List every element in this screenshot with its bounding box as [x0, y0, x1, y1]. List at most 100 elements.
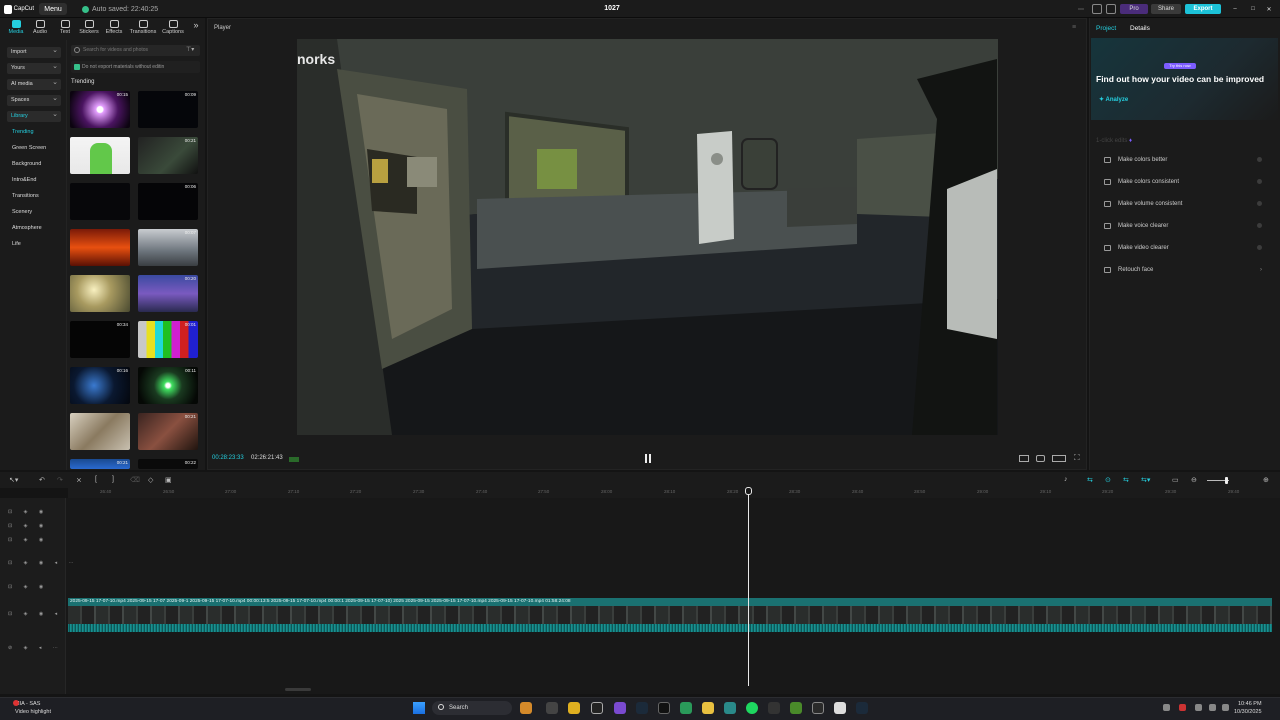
app-icon[interactable]	[812, 702, 824, 714]
tab-project[interactable]: Project	[1096, 25, 1116, 32]
category-life[interactable]: Life	[12, 241, 21, 247]
task-view-icon[interactable]	[546, 702, 558, 714]
ratio-icon[interactable]	[1019, 455, 1029, 462]
video-clip-thumbnails[interactable]	[68, 606, 1272, 624]
media-thumb[interactable]: 00:07	[138, 229, 198, 266]
make-colors-better[interactable]: Make colors better	[1096, 150, 1268, 170]
track-controls[interactable]: ⊘ ◈ ◂ ⋯	[8, 645, 63, 651]
caption-icon[interactable]: ▭	[1172, 476, 1179, 484]
tab-transitions[interactable]: Transitions	[129, 20, 157, 38]
app-icon[interactable]	[591, 702, 603, 714]
fit-icon[interactable]: ⊕	[1263, 476, 1269, 484]
steam-icon[interactable]	[856, 702, 868, 714]
fullscreen-icon[interactable]: ⛶	[1074, 453, 1080, 463]
media-thumb[interactable]: 00:21	[70, 459, 130, 469]
analyze-button[interactable]: ✦ Analyze	[1099, 96, 1128, 103]
make-video-clearer[interactable]: Make video clearer	[1096, 238, 1268, 258]
retouch-face[interactable]: Retouch face ›	[1096, 260, 1268, 280]
preview-axis-icon[interactable]: ⇆	[1123, 476, 1129, 484]
volume-icon[interactable]	[1222, 704, 1229, 711]
search-input[interactable]: Search for videos and photos	[71, 45, 200, 56]
main-track-icon[interactable]: ⇆▾	[1141, 476, 1150, 484]
track-controls[interactable]: ⊡ ◈ ◉	[8, 509, 48, 515]
trim-right-icon[interactable]: ]	[112, 476, 114, 483]
minimize-icon[interactable]: –	[1230, 4, 1240, 14]
zoom-slider-handle[interactable]	[1225, 477, 1228, 484]
xbox-icon[interactable]	[680, 702, 692, 714]
mic-icon[interactable]	[1195, 704, 1202, 711]
track-controls[interactable]: ⊡ ◈ ◉	[8, 584, 48, 590]
tab-captions[interactable]: Captions	[159, 20, 187, 38]
timeline-area[interactable]	[0, 498, 1280, 694]
media-thumb[interactable]: 00:21	[138, 137, 198, 174]
undo-icon[interactable]: ↶	[39, 476, 45, 484]
category-intro-end[interactable]: Intro&End	[12, 177, 36, 183]
obs-icon[interactable]	[658, 702, 670, 714]
delete-icon[interactable]: ⌫	[130, 476, 140, 484]
media-thumb[interactable]	[70, 137, 130, 174]
redo-icon[interactable]: ↷	[57, 476, 63, 484]
zoom-out-icon[interactable]: ⊖	[1191, 476, 1197, 484]
clip-title-bar[interactable]: 2025-09-15 17-07-10.mp4 2025-09-15 17-07…	[68, 598, 1272, 606]
tray-app-icon[interactable]	[1179, 704, 1186, 711]
tray-chevron-icon[interactable]	[1163, 704, 1170, 711]
media-thumb[interactable]	[70, 229, 130, 266]
media-thumb[interactable]: 00:11	[138, 367, 198, 404]
layout-icon[interactable]	[1092, 4, 1102, 14]
snapshot-icon[interactable]	[1036, 455, 1045, 462]
media-thumb[interactable]	[70, 413, 130, 450]
select-tool-icon[interactable]: ↖▾	[9, 476, 18, 484]
playhead-handle[interactable]	[745, 487, 752, 495]
wifi-icon[interactable]	[1209, 704, 1216, 711]
trim-left-icon[interactable]: [	[95, 476, 97, 483]
import-dropdown[interactable]: Import	[7, 45, 61, 58]
pause-button[interactable]	[645, 454, 652, 463]
make-colors-consistent[interactable]: Make colors consistent	[1096, 172, 1268, 192]
quality-icon[interactable]	[1052, 455, 1066, 462]
split-icon[interactable]: ⨯	[76, 476, 82, 484]
snap-icon[interactable]: ⇆	[1087, 476, 1093, 484]
discord-icon[interactable]	[614, 702, 626, 714]
folder-icon[interactable]	[702, 702, 714, 714]
audio-waveform[interactable]	[68, 624, 1272, 632]
steam-icon[interactable]	[636, 702, 648, 714]
media-thumb[interactable]	[70, 183, 130, 220]
media-thumb[interactable]: 00:16	[70, 367, 130, 404]
spotify-icon[interactable]	[746, 702, 758, 714]
playhead[interactable]	[748, 488, 749, 686]
clock[interactable]: 10:46 PM 10/30/2025	[1234, 700, 1262, 716]
window-icon[interactable]	[1106, 4, 1116, 14]
tab-audio[interactable]: Audio	[28, 20, 52, 38]
spaces-dropdown[interactable]: Spaces	[7, 93, 61, 106]
yours-dropdown[interactable]: Yours	[7, 61, 61, 74]
ai-media-dropdown[interactable]: AI media	[7, 77, 61, 90]
media-add-icon[interactable]: ▣	[165, 476, 172, 484]
windows-start-icon[interactable]	[413, 702, 425, 714]
player-menu-icon[interactable]: ≡	[1072, 24, 1076, 31]
timeline-scrollbar[interactable]	[285, 688, 311, 691]
category-transitions[interactable]: Transitions	[12, 193, 39, 199]
export-button[interactable]: Export	[1185, 4, 1221, 14]
media-thumb[interactable]: 00:15	[70, 91, 130, 128]
video-preview[interactable]: norks	[297, 39, 998, 435]
close-icon[interactable]: ✕	[1264, 4, 1274, 14]
tab-stickers[interactable]: Stickers	[77, 20, 101, 38]
pro-button[interactable]: Pro	[1120, 4, 1148, 14]
tab-details[interactable]: Details	[1130, 25, 1150, 32]
maximize-icon[interactable]: □	[1248, 4, 1258, 14]
tab-effects[interactable]: Effects	[102, 20, 126, 38]
terminal-icon[interactable]	[768, 702, 780, 714]
microphone-icon[interactable]: ♪	[1064, 476, 1068, 483]
more-tabs-icon[interactable]: »	[190, 20, 202, 38]
project-name[interactable]: 1027	[590, 3, 634, 15]
category-scenery[interactable]: Scenery	[12, 209, 32, 215]
media-thumb[interactable]	[70, 275, 130, 312]
shield-icon[interactable]: ◇	[148, 476, 153, 484]
shortcut-icon[interactable]: ⋯	[1076, 4, 1086, 14]
tab-media[interactable]: Media	[4, 20, 28, 38]
category-atmosphere[interactable]: Atmosphere	[12, 225, 42, 231]
filter-icon[interactable]: ⊤▾	[186, 46, 194, 53]
track-controls[interactable]: ⊡ ◈ ◉	[8, 537, 48, 543]
make-volume-consistent[interactable]: Make volume consistent	[1096, 194, 1268, 214]
category-background[interactable]: Background	[12, 161, 41, 167]
